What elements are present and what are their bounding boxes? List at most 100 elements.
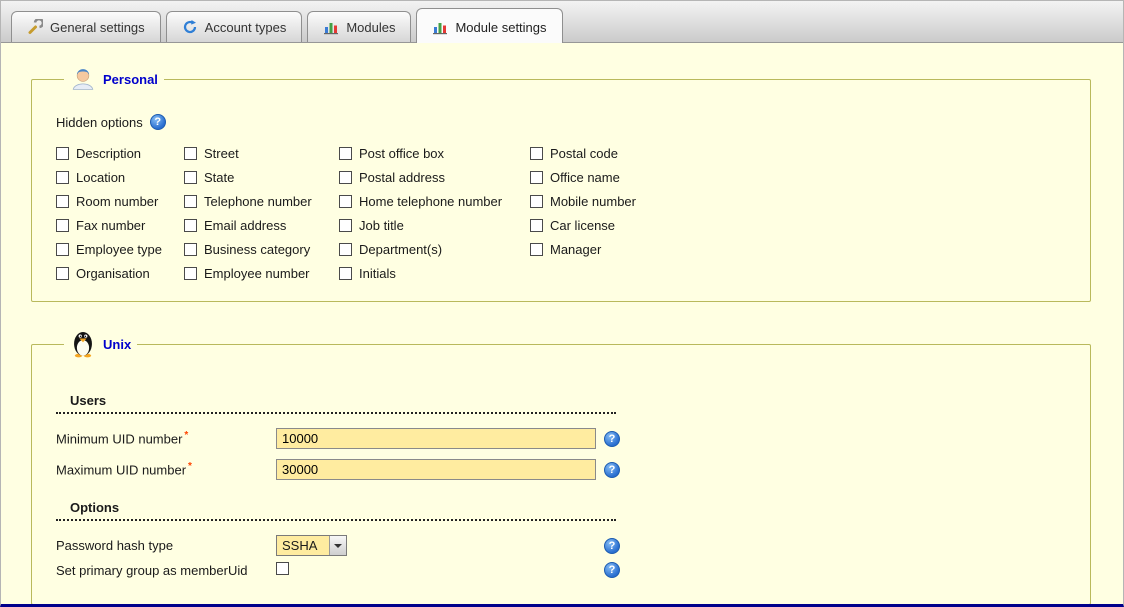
checkbox-label: Postal code <box>550 146 618 161</box>
max-uid-row: Maximum UID number* ? <box>56 459 1072 480</box>
settings-page: General settings Account types Modul <box>0 0 1124 607</box>
hidden-option-email-address[interactable]: Email address <box>184 218 339 233</box>
hidden-option-home-telephone-number[interactable]: Home telephone number <box>339 194 530 209</box>
checkbox[interactable] <box>339 147 352 160</box>
max-uid-input[interactable] <box>276 459 596 480</box>
checkbox[interactable] <box>56 267 69 280</box>
checkbox-label: Fax number <box>76 218 145 233</box>
checkbox-label: Car license <box>550 218 615 233</box>
checkbox[interactable] <box>339 195 352 208</box>
tab-bar: General settings Account types Modul <box>1 1 1123 43</box>
personal-legend-label: Personal <box>103 72 158 87</box>
help-icon[interactable]: ? <box>604 431 620 447</box>
checkbox[interactable] <box>530 195 543 208</box>
hidden-option-initials[interactable]: Initials <box>339 266 530 281</box>
hidden-option-description[interactable]: Description <box>56 146 184 161</box>
chart-icon <box>323 19 339 35</box>
hidden-option-mobile-number[interactable]: Mobile number <box>530 194 750 209</box>
wrench-icon <box>27 19 43 35</box>
hidden-option-manager[interactable]: Manager <box>530 242 750 257</box>
hidden-option-organisation[interactable]: Organisation <box>56 266 184 281</box>
checkbox[interactable] <box>56 219 69 232</box>
hidden-option-employee-number[interactable]: Employee number <box>184 266 339 281</box>
checkbox[interactable] <box>530 243 543 256</box>
checkbox[interactable] <box>184 147 197 160</box>
fieldset-unix: Unix Users Minimum UID number* ? Maximum… <box>31 328 1091 604</box>
checkbox[interactable] <box>530 147 543 160</box>
checkbox[interactable] <box>339 267 352 280</box>
checkbox-label: Mobile number <box>550 194 636 209</box>
tab-modules[interactable]: Modules <box>307 11 411 42</box>
checkbox[interactable] <box>530 219 543 232</box>
checkbox[interactable] <box>339 171 352 184</box>
refresh-icon <box>182 19 198 35</box>
hidden-option-telephone-number[interactable]: Telephone number <box>184 194 339 209</box>
unix-legend: Unix <box>64 328 137 361</box>
required-asterisk: * <box>188 461 192 472</box>
max-uid-label: Maximum UID number* <box>56 461 276 477</box>
checkbox-label: Initials <box>359 266 396 281</box>
hidden-option-room-number[interactable]: Room number <box>56 194 184 209</box>
checkbox-label: Postal address <box>359 170 445 185</box>
tab-label: Module settings <box>455 20 546 35</box>
module-settings-content: Personal Hidden options ? Description St… <box>1 43 1123 604</box>
password-hash-select[interactable]: SSHA <box>276 535 347 556</box>
help-icon[interactable]: ? <box>604 562 620 578</box>
checkbox-label: Manager <box>550 242 601 257</box>
checkbox[interactable] <box>56 243 69 256</box>
checkbox-label: State <box>204 170 234 185</box>
checkbox[interactable] <box>339 243 352 256</box>
checkbox[interactable] <box>184 243 197 256</box>
hidden-option-employee-type[interactable]: Employee type <box>56 242 184 257</box>
checkbox[interactable] <box>56 171 69 184</box>
tab-module-settings[interactable]: Module settings <box>416 8 562 43</box>
checkbox-label: Home telephone number <box>359 194 502 209</box>
hidden-option-fax-number[interactable]: Fax number <box>56 218 184 233</box>
checkbox-label: Employee type <box>76 242 162 257</box>
chevron-down-icon <box>329 536 346 555</box>
checkbox[interactable] <box>184 171 197 184</box>
checkbox-label: Street <box>204 146 239 161</box>
tab-general-settings[interactable]: General settings <box>11 11 161 42</box>
checkbox-label: Post office box <box>359 146 444 161</box>
checkbox-label: Description <box>76 146 141 161</box>
hidden-option-post-office-box[interactable]: Post office box <box>339 146 530 161</box>
hidden-option-street[interactable]: Street <box>184 146 339 161</box>
help-icon[interactable]: ? <box>604 462 620 478</box>
hidden-option-car-license[interactable]: Car license <box>530 218 750 233</box>
hidden-option-postal-address[interactable]: Postal address <box>339 170 530 185</box>
checkbox-label: Location <box>76 170 125 185</box>
hidden-option-business-category[interactable]: Business category <box>184 242 339 257</box>
tux-penguin-icon <box>70 328 96 361</box>
required-asterisk: * <box>184 430 188 441</box>
member-uid-checkbox[interactable] <box>276 562 289 575</box>
section-users: Users <box>56 391 616 414</box>
checkbox[interactable] <box>184 195 197 208</box>
min-uid-row: Minimum UID number* ? <box>56 428 1072 449</box>
hidden-option-job-title[interactable]: Job title <box>339 218 530 233</box>
hidden-option-state[interactable]: State <box>184 170 339 185</box>
checkbox-label: Employee number <box>204 266 310 281</box>
help-icon[interactable]: ? <box>604 538 620 554</box>
unix-legend-label: Unix <box>103 337 131 352</box>
checkbox[interactable] <box>56 147 69 160</box>
checkbox[interactable] <box>56 195 69 208</box>
tab-account-types[interactable]: Account types <box>166 11 303 42</box>
checkbox-label: Organisation <box>76 266 150 281</box>
hidden-options-row: Hidden options ? <box>56 114 1072 130</box>
person-icon <box>70 65 96 94</box>
checkbox[interactable] <box>184 219 197 232</box>
hidden-option-postal-code[interactable]: Postal code <box>530 146 750 161</box>
help-icon[interactable]: ? <box>150 114 166 130</box>
checkbox-label: Telephone number <box>204 194 312 209</box>
hidden-option-location[interactable]: Location <box>56 170 184 185</box>
hidden-option-office-name[interactable]: Office name <box>530 170 750 185</box>
min-uid-input[interactable] <box>276 428 596 449</box>
tab-label: Modules <box>346 20 395 35</box>
hidden-option-departments[interactable]: Department(s) <box>339 242 530 257</box>
member-uid-label: Set primary group as memberUid <box>56 563 276 578</box>
checkbox[interactable] <box>339 219 352 232</box>
checkbox[interactable] <box>530 171 543 184</box>
checkbox[interactable] <box>184 267 197 280</box>
checkbox-label: Room number <box>76 194 158 209</box>
